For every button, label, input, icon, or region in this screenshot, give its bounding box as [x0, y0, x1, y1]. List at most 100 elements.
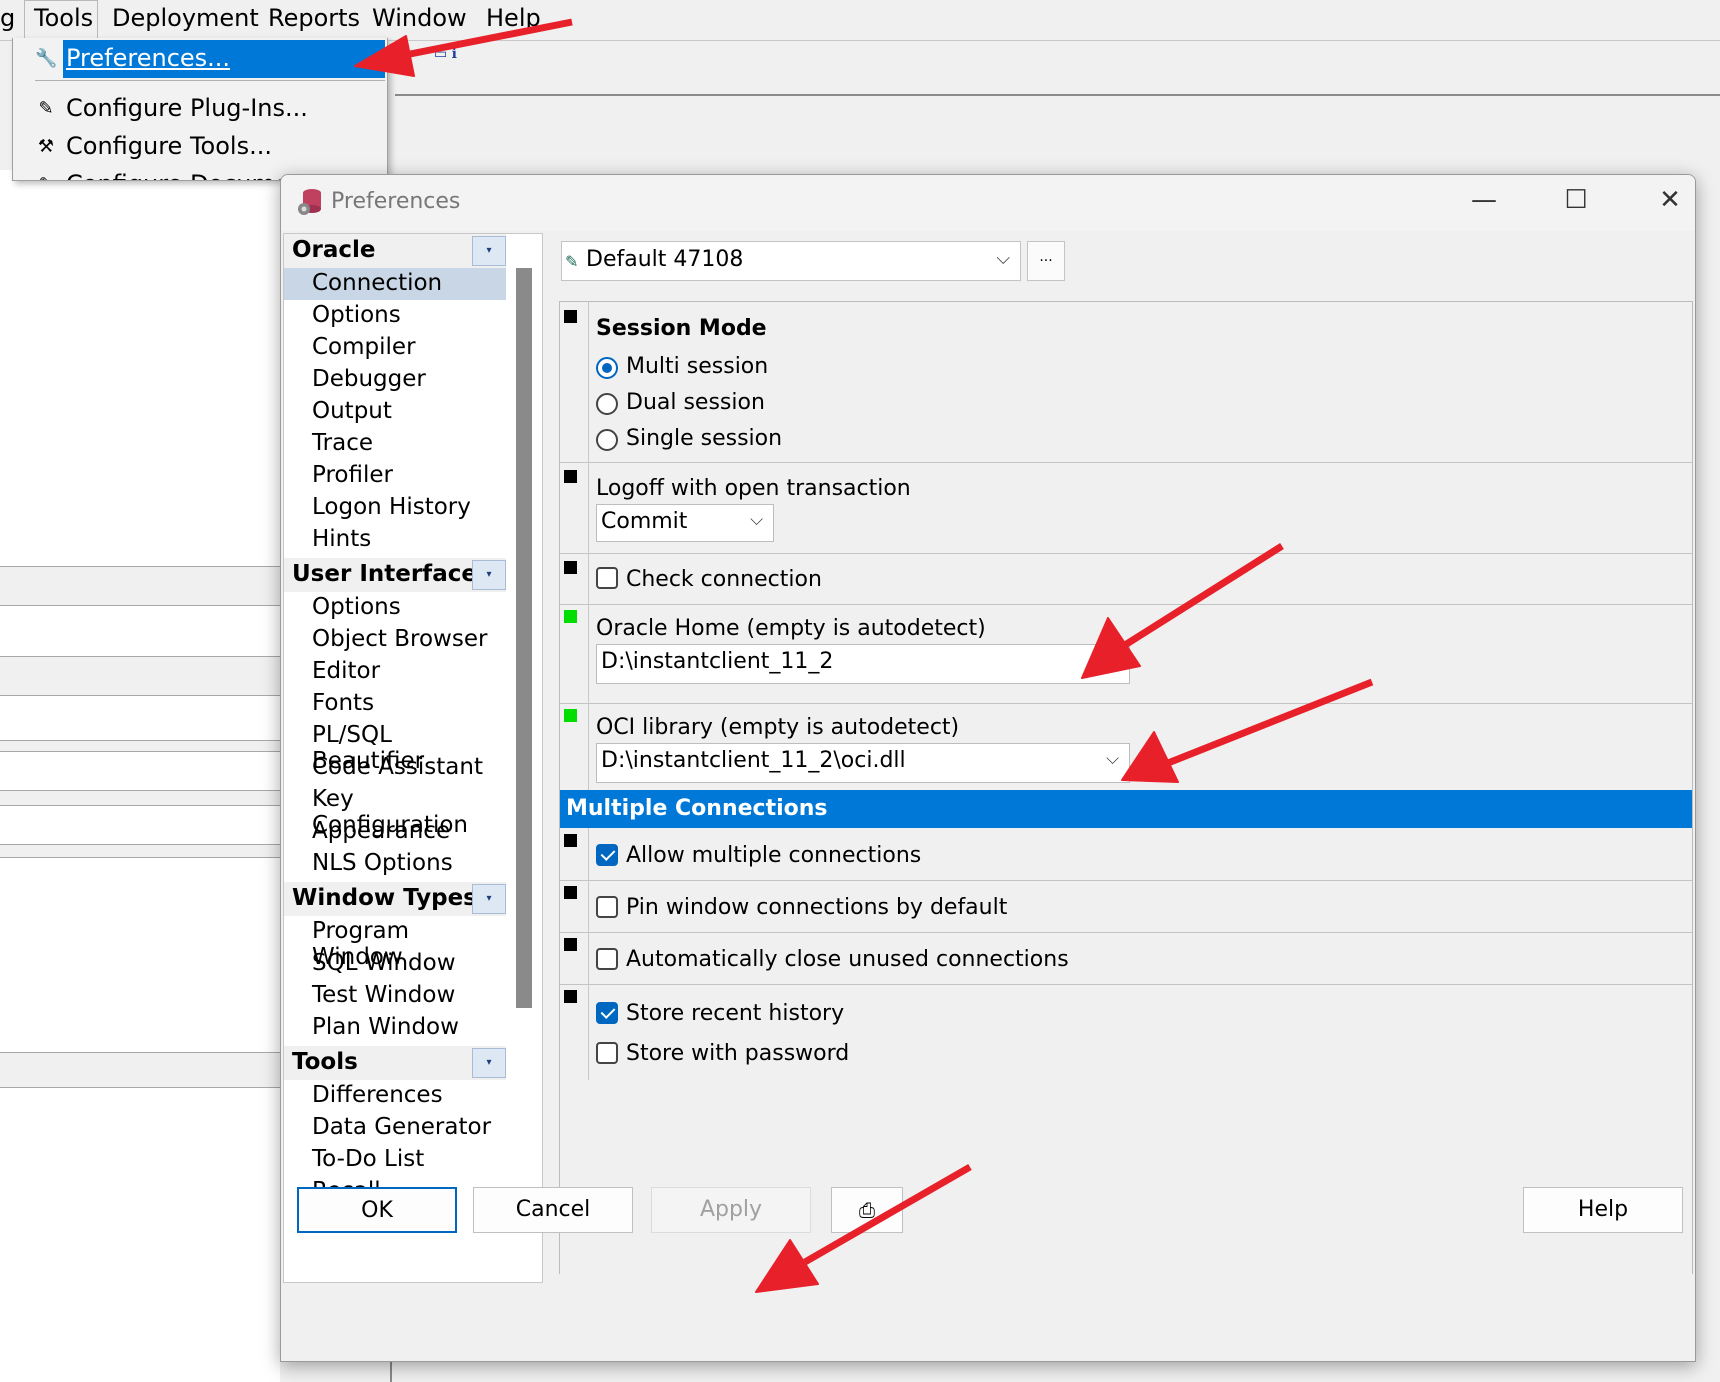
preferences-tree: Oracle ▾ Connection Options Compiler Deb… — [283, 233, 543, 1283]
logoff-select[interactable]: Commit ⌵ — [596, 504, 774, 542]
tree-category-window-types[interactable]: Window Types ▾ — [284, 882, 506, 916]
menu-separator — [35, 80, 385, 81]
default-marker — [564, 938, 577, 951]
preferences-dialog: Preferences — ☐ ✕ Oracle ▾ Connection Op… — [280, 174, 1696, 1362]
tree-item-profiler[interactable]: Profiler — [284, 460, 506, 492]
tree-item-fonts[interactable]: Fonts — [284, 688, 506, 720]
oci-library-label: OCI library (empty is autodetect) — [596, 715, 960, 740]
multiple-connections-header: Multiple Connections — [560, 790, 1692, 828]
chevron-down-icon: ⌵ — [1106, 749, 1119, 769]
tree-category-user-interface[interactable]: User Interface ▾ — [284, 558, 506, 592]
tree-item-plan-window[interactable]: Plan Window — [284, 1012, 506, 1044]
oci-library-section: OCI library (empty is autodetect) D:\ins… — [560, 703, 1692, 803]
tree-item-output[interactable]: Output — [284, 396, 506, 428]
toolbar-info-icon[interactable]: ▭ ℹ — [434, 46, 478, 64]
cancel-button[interactable]: Cancel — [473, 1187, 633, 1233]
tools-menu: 🔧 Preferences... ✎ Configure Plug-Ins...… — [12, 38, 388, 181]
menu-help[interactable]: Help — [486, 4, 541, 32]
profile-select[interactable]: ✎ Default 47108 ⌵ — [561, 241, 1021, 281]
changed-marker — [564, 709, 577, 722]
menu-bar: g Tools Deployment Reports Window Help — [0, 0, 1720, 41]
oracle-home-select[interactable]: D:\instantclient_11_2 ⌵ — [596, 644, 1130, 684]
tree-item-data-generator[interactable]: Data Generator — [284, 1112, 506, 1144]
menu-reports[interactable]: Reports — [268, 4, 360, 32]
dialog-title: Preferences — [331, 189, 461, 214]
tree-item-compiler[interactable]: Compiler — [284, 332, 506, 364]
tree-item-code-assistant[interactable]: Code Assistant — [284, 752, 506, 784]
tree-item-options[interactable]: Options — [284, 300, 506, 332]
pin-connections-section: Pin window connections by default — [560, 880, 1692, 933]
tree-item-plsql-beautifier[interactable]: PL/SQL Beautifier — [284, 720, 506, 774]
settings-empty-area — [560, 1080, 1692, 1274]
chevron-down-icon: ⌵ — [1106, 650, 1119, 670]
dialog-titlebar[interactable]: Preferences — ☐ ✕ — [281, 175, 1695, 231]
session-mode-title: Session Mode — [596, 316, 767, 341]
check-connection-checkbox[interactable] — [596, 567, 618, 589]
tree-item-editor[interactable]: Editor — [284, 656, 506, 688]
store-history-checkbox[interactable] — [596, 1002, 618, 1024]
tree-item-trace[interactable]: Trace — [284, 428, 506, 460]
close-icon[interactable]: ✕ — [1647, 185, 1693, 221]
collapse-arrow-icon[interactable]: ▾ — [472, 560, 506, 590]
profile-more-button[interactable]: ... — [1027, 241, 1065, 281]
tree-item-logon-history[interactable]: Logon History — [284, 492, 506, 524]
print-icon[interactable]: ⎙ — [831, 1187, 903, 1233]
oracle-home-section: Oracle Home (empty is autodetect) D:\ins… — [560, 604, 1692, 704]
chevron-down-icon: ⌵ — [996, 248, 1010, 269]
radio-dual-session[interactable] — [596, 393, 618, 415]
changed-marker — [564, 610, 577, 623]
default-marker — [564, 886, 577, 899]
tree-item-ui-options[interactable]: Options — [284, 592, 506, 624]
tree-item-program-window[interactable]: Program Window — [284, 916, 506, 970]
store-history-section: Store recent history Store with password — [560, 984, 1692, 1081]
collapse-arrow-icon[interactable]: ▾ — [472, 884, 506, 914]
menu-deployment[interactable]: Deployment — [112, 4, 259, 32]
default-marker — [564, 990, 577, 1003]
menu-window[interactable]: Window — [372, 4, 467, 32]
pin-connections-checkbox[interactable] — [596, 896, 618, 918]
tools-icon: ⚒ — [37, 136, 55, 157]
apply-button[interactable]: Apply — [651, 1187, 811, 1233]
radio-single-session[interactable] — [596, 429, 618, 451]
allow-multiple-checkbox[interactable] — [596, 844, 618, 866]
maximize-icon[interactable]: ☐ — [1553, 185, 1599, 221]
settings-panel: Session Mode Multi session Dual session … — [559, 301, 1693, 1274]
minimize-icon[interactable]: — — [1461, 185, 1507, 221]
chevron-down-icon: ⌵ — [750, 510, 763, 530]
menu-item-partial[interactable]: g — [0, 4, 15, 32]
radio-multi-session[interactable] — [596, 357, 618, 379]
auto-close-section: Automatically close unused connections — [560, 932, 1692, 985]
tree-item-debugger[interactable]: Debugger — [284, 364, 506, 396]
tree-category-tools[interactable]: Tools ▾ — [284, 1046, 506, 1080]
tree-item-test-window[interactable]: Test Window — [284, 980, 506, 1012]
menu-item-preferences[interactable]: 🔧 Preferences... — [13, 40, 387, 78]
tree-category-oracle[interactable]: Oracle ▾ — [284, 234, 506, 268]
collapse-arrow-icon[interactable]: ▾ — [472, 1048, 506, 1078]
tree-item-hints[interactable]: Hints — [284, 524, 506, 556]
tree-item-key-configuration[interactable]: Key Configuration — [284, 784, 506, 838]
tree-item-todo-list[interactable]: To-Do List — [284, 1144, 506, 1176]
auto-close-checkbox[interactable] — [596, 948, 618, 970]
tree-item-object-browser[interactable]: Object Browser — [284, 624, 506, 656]
menu-item-configure-plugins[interactable]: ✎ Configure Plug-Ins... — [13, 90, 387, 128]
default-marker — [564, 310, 577, 323]
tree-item-appearance[interactable]: Appearance — [284, 816, 506, 848]
logoff-label: Logoff with open transaction — [596, 476, 911, 501]
tree-item-differences[interactable]: Differences — [284, 1080, 506, 1112]
tree-item-connection[interactable]: Connection — [284, 268, 506, 300]
store-password-checkbox[interactable] — [596, 1042, 618, 1064]
help-button[interactable]: Help — [1523, 1187, 1683, 1233]
oci-library-select[interactable]: D:\instantclient_11_2\oci.dll ⌵ — [596, 743, 1130, 783]
default-marker — [564, 834, 577, 847]
session-mode-section: Session Mode Multi session Dual session … — [560, 302, 1692, 463]
background-pane — [0, 170, 280, 1382]
tree-item-sql-window[interactable]: SQL Window — [284, 948, 506, 980]
default-marker — [564, 470, 577, 483]
menu-item-configure-tools[interactable]: ⚒ Configure Tools... — [13, 128, 387, 166]
collapse-arrow-icon[interactable]: ▾ — [472, 236, 506, 266]
tree-item-nls-options[interactable]: NLS Options — [284, 848, 506, 880]
wrench-icon: 🔧 — [35, 48, 58, 69]
oracle-home-label: Oracle Home (empty is autodetect) — [596, 616, 986, 641]
tree-scrollbar[interactable] — [516, 268, 532, 1008]
ok-button[interactable]: OK — [297, 1187, 457, 1233]
